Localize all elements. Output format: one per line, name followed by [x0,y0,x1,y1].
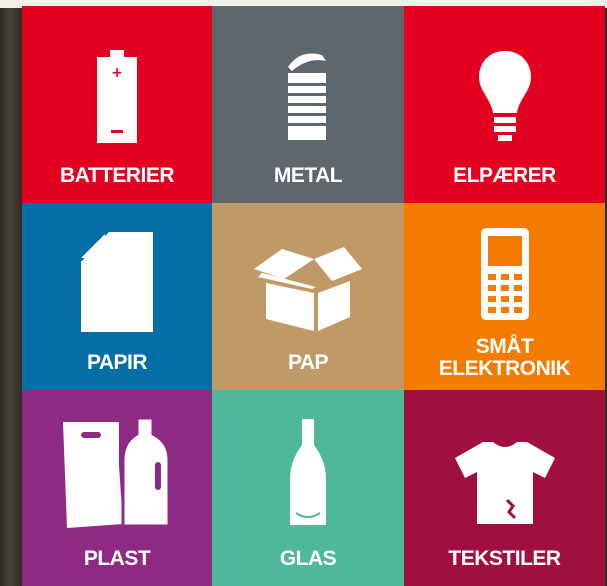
tile-label: PAP [287,351,329,374]
battery-icon: + [95,42,139,152]
tile-label: BATTERIER [59,164,175,187]
tile-label: SMÅT ELEKTRONIK [438,335,571,380]
tile-glas[interactable]: GLAS [212,390,404,586]
tile-label: GLAS [279,547,337,570]
tile-label: PLAST [83,547,151,570]
paper-sheet-icon [79,227,155,337]
t-shirt-icon [453,428,557,538]
tile-batterier[interactable]: + BATTERIER [22,6,212,203]
cardboard-box-icon [252,233,364,343]
tile-label: TEKSTILER [448,547,561,570]
light-bulb-icon [475,42,535,152]
tile-papir[interactable]: PAPIR [22,203,212,390]
background-left-edge [0,0,24,586]
tile-label: ELPÆRER [453,164,556,187]
plastic-bag-bottle-icon [61,418,173,528]
tin-can-icon [278,42,338,152]
tile-metal[interactable]: METAL [212,6,404,203]
svg-text:+: + [111,65,123,81]
glass-bottle-icon [288,418,328,528]
waste-category-grid: + BATTERIER METAL ELPÆRER PAPIR PAP SMÅT… [22,6,605,586]
mobile-phone-icon [479,219,531,329]
tile-smaat-elektronik[interactable]: SMÅT ELEKTRONIK [404,203,605,390]
tile-pap[interactable]: PAP [212,203,404,390]
recycling-sign: + BATTERIER METAL ELPÆRER PAPIR PAP SMÅT… [0,0,607,586]
tile-tekstiler[interactable]: TEKSTILER [404,390,605,586]
tile-elpaerer[interactable]: ELPÆRER [404,6,605,203]
tile-label: PAPIR [86,351,148,374]
tile-label: METAL [273,164,343,187]
tile-plast[interactable]: PLAST [22,390,212,586]
